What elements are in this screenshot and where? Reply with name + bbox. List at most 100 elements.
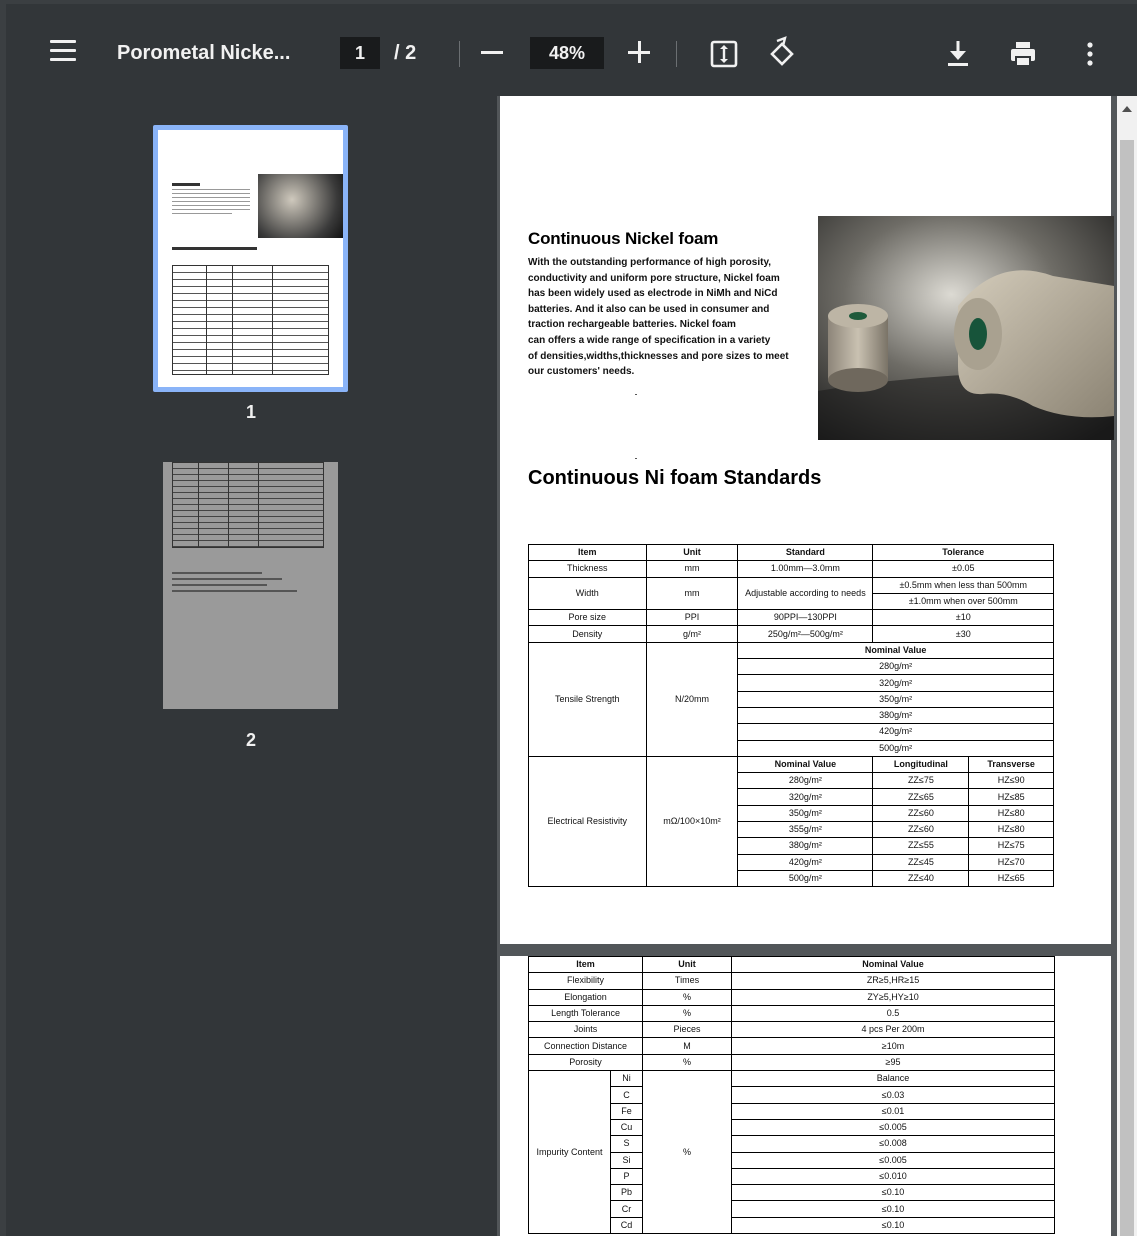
cell: ≤0.01: [731, 1102, 1056, 1120]
cell: Ni: [609, 1070, 644, 1088]
cell: 280g/m²: [737, 772, 874, 790]
document-viewer[interactable]: Continuous Nickel foam With the outstand…: [497, 96, 1117, 1236]
minus-icon[interactable]: [481, 51, 503, 54]
header-item: Item: [528, 543, 647, 562]
cell: ZR≥5,HR≥15: [731, 972, 1056, 990]
nickel-foam-roll-photo: [818, 216, 1114, 440]
cell: Flexibility: [527, 972, 644, 990]
cell: Length Tolerance: [527, 1004, 644, 1023]
header-nominal-value: Nominal Value: [731, 955, 1056, 974]
scrollbar-thumb[interactable]: [1120, 140, 1134, 1236]
cell: ≤0.10: [731, 1216, 1056, 1235]
thumbnail-page-1-label: 1: [245, 402, 256, 422]
cell: 90PPI—130PPI: [737, 609, 874, 627]
cell: ZZ≤45: [872, 853, 970, 871]
pdf-page-2: Item Unit Nominal Value Flexibility Times…: [500, 955, 1111, 1236]
download-icon[interactable]: [940, 36, 976, 72]
page-1-thumbnail[interactable]: [153, 125, 348, 392]
page-number-input[interactable]: 1: [340, 37, 380, 69]
cell: ZZ≤75: [872, 772, 970, 790]
cell: P: [609, 1167, 644, 1186]
cell: ±10: [872, 609, 1054, 627]
header-unit: Unit: [645, 543, 739, 562]
cell: Pore size: [528, 609, 647, 627]
cell: mm: [645, 576, 739, 611]
cell: 420g/m²: [737, 723, 1054, 741]
thumbnail-page-2-label: 2: [245, 730, 256, 750]
page-count: / 2: [394, 42, 417, 64]
cell: 1.00mm—3.0mm: [737, 560, 874, 578]
intro-line: can offers a wide range of specification…: [528, 334, 771, 346]
cell: ≥10m: [731, 1037, 1056, 1055]
cell: ZZ≤55: [872, 837, 970, 855]
cell: ≤0.005: [731, 1118, 1056, 1137]
cell: %: [642, 1053, 733, 1072]
header-longitudinal: Longitudinal: [872, 755, 970, 774]
cell: ≤0.008: [731, 1135, 1056, 1153]
cell: HZ≤70: [968, 853, 1054, 871]
cell: Density: [528, 625, 647, 643]
cell: 500g/m²: [737, 869, 874, 888]
cell: Width: [528, 576, 647, 611]
cell: 355g/m²: [737, 821, 874, 839]
cell: HZ≤90: [968, 772, 1054, 790]
cell: HZ≤80: [968, 821, 1054, 839]
cell: ZZ≤60: [872, 821, 970, 839]
cell: ±0.05: [872, 560, 1054, 578]
cell: 380g/m²: [737, 706, 1054, 725]
cell: ±1.0mm when over 500mm: [872, 592, 1054, 611]
zoom-input[interactable]: 48%: [530, 37, 604, 69]
pdf-toolbar: Porometal Nicke... 1 / 2 48%: [6, 4, 1137, 96]
stray-mark: [635, 458, 637, 459]
intro-line: traction rechargeable batteries. Nickel …: [528, 319, 736, 331]
header-transverse: Transverse: [968, 755, 1054, 774]
stray-mark: [635, 394, 637, 395]
cell: Electrical Resistivity: [528, 755, 647, 888]
intro-line: has been widely used as electrode in NiM…: [528, 288, 778, 300]
header-nominal-value: Nominal Value: [737, 641, 1054, 660]
cell: N/20mm: [645, 641, 739, 757]
cell: g/m²: [645, 625, 739, 643]
cell: Thickness: [528, 560, 647, 578]
cell: Cd: [609, 1216, 644, 1235]
cell: HZ≤65: [968, 869, 1054, 888]
header-nominal-value: Nominal Value: [737, 755, 874, 774]
fit-to-page-icon[interactable]: [706, 36, 742, 72]
cell: Adjustable according to needs: [737, 576, 874, 611]
cell: Pieces: [642, 1021, 733, 1039]
cell: 350g/m²: [737, 690, 1054, 708]
vertical-scrollbar[interactable]: [1117, 96, 1137, 1236]
page-2-thumbnail[interactable]: [163, 462, 338, 709]
standards-heading: Continuous Ni foam Standards: [528, 467, 822, 489]
cell: 380g/m²: [737, 837, 874, 855]
properties-table: Item Unit Nominal Value Flexibility Times…: [527, 955, 1056, 1235]
cell: ±30: [872, 625, 1054, 643]
toolbar-divider: [459, 41, 460, 67]
print-icon[interactable]: [1005, 36, 1041, 72]
cell: ZZ≤60: [872, 804, 970, 823]
cell: ≤0.010: [731, 1167, 1056, 1186]
rotate-counterclockwise-icon[interactable]: [764, 36, 800, 72]
intro-line: batteries. And it also can be used in co…: [528, 303, 770, 315]
intro-line: of densities,widths,thicknesses and pore…: [528, 350, 789, 362]
cell: %: [642, 988, 733, 1006]
cell: Times: [642, 972, 733, 990]
hamburger-menu-icon[interactable]: [50, 40, 76, 62]
cell: Fe: [609, 1102, 644, 1120]
cell: Elongation: [527, 988, 644, 1006]
cell: Porosity: [527, 1053, 644, 1072]
plus-icon[interactable]: [628, 41, 650, 63]
intro-line: conductivity and uniform pore structure,…: [528, 272, 780, 284]
cell: 4 pcs Per 200m: [731, 1021, 1056, 1039]
intro-paragraph: With the outstanding performance of high…: [528, 255, 823, 380]
scroll-up-arrow-icon[interactable]: [1122, 106, 1132, 112]
thumbnail-sidebar: 1 2: [6, 96, 497, 1236]
cell: 420g/m²: [737, 853, 874, 871]
document-title: Porometal Nicke...: [117, 42, 291, 64]
cell: C: [609, 1086, 644, 1104]
more-vert-icon[interactable]: [1072, 36, 1108, 72]
cell: Joints: [527, 1021, 644, 1039]
cell: %: [642, 1070, 733, 1235]
header-tolerance: Tolerance: [872, 543, 1054, 562]
header-unit: Unit: [642, 955, 733, 974]
